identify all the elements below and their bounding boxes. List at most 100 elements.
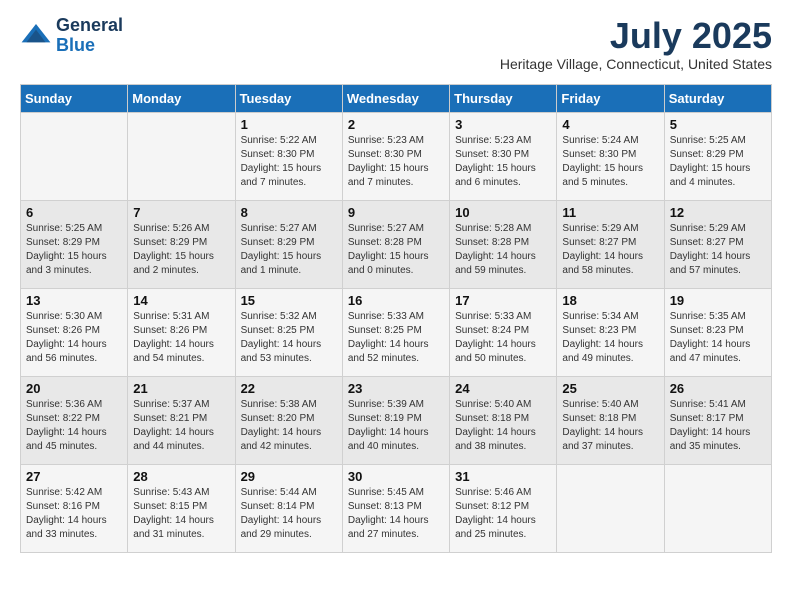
calendar-cell: 6 Sunrise: 5:25 AM Sunset: 8:29 PM Daylig… bbox=[21, 200, 128, 288]
day-info: Sunrise: 5:29 AM Sunset: 8:27 PM Dayligh… bbox=[670, 222, 766, 278]
calendar-cell: 2Sunrise: 5:23 AM Sunset: 8:30 PM Daylig… bbox=[342, 112, 449, 200]
calendar-cell: 23 Sunrise: 5:39 AM Sunset: 8:19 PM Dayli… bbox=[342, 376, 449, 464]
day-number: 31 bbox=[455, 469, 551, 484]
calendar-cell: 18Sunrise: 5:34 AM Sunset: 8:23 PM Dayli… bbox=[557, 288, 664, 376]
calendar-cell: 7 Sunrise: 5:26 AM Sunset: 8:29 PM Daylig… bbox=[128, 200, 235, 288]
calendar-cell: 30 Sunrise: 5:45 AM Sunset: 8:13 PM Dayli… bbox=[342, 464, 449, 552]
calendar-table: SundayMondayTuesdayWednesdayThursdayFrid… bbox=[20, 84, 772, 553]
calendar-header-row: SundayMondayTuesdayWednesdayThursdayFrid… bbox=[21, 84, 772, 112]
calendar-cell: 5Sunrise: 5:25 AM Sunset: 8:29 PM Daylig… bbox=[664, 112, 771, 200]
day-info: Sunrise: 5:23 AM Sunset: 8:30 PM Dayligh… bbox=[455, 134, 551, 190]
header-friday: Friday bbox=[557, 84, 664, 112]
calendar-week-row: 13Sunrise: 5:30 AM Sunset: 8:26 PM Dayli… bbox=[21, 288, 772, 376]
logo-text: General Blue bbox=[56, 16, 123, 56]
calendar-cell bbox=[664, 464, 771, 552]
calendar-cell: 10 Sunrise: 5:28 AM Sunset: 8:28 PM Dayli… bbox=[450, 200, 557, 288]
day-info: Sunrise: 5:25 AM Sunset: 8:29 PM Dayligh… bbox=[670, 134, 766, 190]
calendar-cell: 9 Sunrise: 5:27 AM Sunset: 8:28 PM Daylig… bbox=[342, 200, 449, 288]
day-number: 6 bbox=[26, 205, 122, 220]
calendar-cell: 28Sunrise: 5:43 AM Sunset: 8:15 PM Dayli… bbox=[128, 464, 235, 552]
calendar-cell: 1 Sunrise: 5:22 AM Sunset: 8:30 PM Daylig… bbox=[235, 112, 342, 200]
day-info: Sunrise: 5:40 AM Sunset: 8:18 PM Dayligh… bbox=[562, 398, 658, 454]
calendar-cell: 27 Sunrise: 5:42 AM Sunset: 8:16 PM Dayli… bbox=[21, 464, 128, 552]
day-number: 13 bbox=[26, 293, 122, 308]
day-info: Sunrise: 5:34 AM Sunset: 8:23 PM Dayligh… bbox=[562, 310, 658, 366]
calendar-week-row: 1 Sunrise: 5:22 AM Sunset: 8:30 PM Daylig… bbox=[21, 112, 772, 200]
day-info: Sunrise: 5:31 AM Sunset: 8:26 PM Dayligh… bbox=[133, 310, 229, 366]
day-info: Sunrise: 5:32 AM Sunset: 8:25 PM Dayligh… bbox=[241, 310, 337, 366]
calendar-cell: 16Sunrise: 5:33 AM Sunset: 8:25 PM Dayli… bbox=[342, 288, 449, 376]
calendar-cell: 14Sunrise: 5:31 AM Sunset: 8:26 PM Dayli… bbox=[128, 288, 235, 376]
day-info: Sunrise: 5:35 AM Sunset: 8:23 PM Dayligh… bbox=[670, 310, 766, 366]
page-header: General Blue July 2025 Heritage Village,… bbox=[20, 16, 772, 72]
calendar-cell: 8Sunrise: 5:27 AM Sunset: 8:29 PM Daylig… bbox=[235, 200, 342, 288]
calendar-cell bbox=[557, 464, 664, 552]
calendar-cell: 20 Sunrise: 5:36 AM Sunset: 8:22 PM Dayli… bbox=[21, 376, 128, 464]
day-number: 10 bbox=[455, 205, 551, 220]
day-number: 30 bbox=[348, 469, 444, 484]
logo-icon bbox=[20, 20, 52, 52]
calendar-cell: 11 Sunrise: 5:29 AM Sunset: 8:27 PM Dayli… bbox=[557, 200, 664, 288]
day-number: 23 bbox=[348, 381, 444, 396]
header-thursday: Thursday bbox=[450, 84, 557, 112]
calendar-cell: 29Sunrise: 5:44 AM Sunset: 8:14 PM Dayli… bbox=[235, 464, 342, 552]
month-title: July 2025 bbox=[500, 16, 772, 56]
day-number: 19 bbox=[670, 293, 766, 308]
calendar-cell: 13Sunrise: 5:30 AM Sunset: 8:26 PM Dayli… bbox=[21, 288, 128, 376]
title-block: July 2025 Heritage Village, Connecticut,… bbox=[500, 16, 772, 72]
calendar-cell: 25 Sunrise: 5:40 AM Sunset: 8:18 PM Dayli… bbox=[557, 376, 664, 464]
header-saturday: Saturday bbox=[664, 84, 771, 112]
logo: General Blue bbox=[20, 16, 123, 56]
day-number: 8 bbox=[241, 205, 337, 220]
day-info: Sunrise: 5:37 AM Sunset: 8:21 PM Dayligh… bbox=[133, 398, 229, 454]
day-number: 4 bbox=[562, 117, 658, 132]
day-info: Sunrise: 5:39 AM Sunset: 8:19 PM Dayligh… bbox=[348, 398, 444, 454]
day-number: 22 bbox=[241, 381, 337, 396]
day-number: 9 bbox=[348, 205, 444, 220]
calendar-cell: 3 Sunrise: 5:23 AM Sunset: 8:30 PM Daylig… bbox=[450, 112, 557, 200]
day-info: Sunrise: 5:25 AM Sunset: 8:29 PM Dayligh… bbox=[26, 222, 122, 278]
day-info: Sunrise: 5:26 AM Sunset: 8:29 PM Dayligh… bbox=[133, 222, 229, 278]
day-number: 28 bbox=[133, 469, 229, 484]
day-number: 25 bbox=[562, 381, 658, 396]
calendar-cell: 15 Sunrise: 5:32 AM Sunset: 8:25 PM Dayli… bbox=[235, 288, 342, 376]
day-info: Sunrise: 5:33 AM Sunset: 8:24 PM Dayligh… bbox=[455, 310, 551, 366]
day-number: 3 bbox=[455, 117, 551, 132]
day-number: 12 bbox=[670, 205, 766, 220]
day-number: 15 bbox=[241, 293, 337, 308]
logo-general: General bbox=[56, 15, 123, 35]
day-number: 20 bbox=[26, 381, 122, 396]
calendar-cell: 4 Sunrise: 5:24 AM Sunset: 8:30 PM Daylig… bbox=[557, 112, 664, 200]
day-info: Sunrise: 5:40 AM Sunset: 8:18 PM Dayligh… bbox=[455, 398, 551, 454]
day-number: 1 bbox=[241, 117, 337, 132]
day-info: Sunrise: 5:24 AM Sunset: 8:30 PM Dayligh… bbox=[562, 134, 658, 190]
day-info: Sunrise: 5:22 AM Sunset: 8:30 PM Dayligh… bbox=[241, 134, 337, 190]
day-info: Sunrise: 5:45 AM Sunset: 8:13 PM Dayligh… bbox=[348, 486, 444, 542]
calendar-cell: 12 Sunrise: 5:29 AM Sunset: 8:27 PM Dayli… bbox=[664, 200, 771, 288]
calendar-cell: 17Sunrise: 5:33 AM Sunset: 8:24 PM Dayli… bbox=[450, 288, 557, 376]
day-number: 7 bbox=[133, 205, 229, 220]
day-info: Sunrise: 5:27 AM Sunset: 8:28 PM Dayligh… bbox=[348, 222, 444, 278]
day-info: Sunrise: 5:28 AM Sunset: 8:28 PM Dayligh… bbox=[455, 222, 551, 278]
calendar-cell: 22 Sunrise: 5:38 AM Sunset: 8:20 PM Dayli… bbox=[235, 376, 342, 464]
day-number: 11 bbox=[562, 205, 658, 220]
calendar-cell: 26 Sunrise: 5:41 AM Sunset: 8:17 PM Dayli… bbox=[664, 376, 771, 464]
day-number: 21 bbox=[133, 381, 229, 396]
day-number: 27 bbox=[26, 469, 122, 484]
day-number: 24 bbox=[455, 381, 551, 396]
day-number: 2 bbox=[348, 117, 444, 132]
day-number: 26 bbox=[670, 381, 766, 396]
day-info: Sunrise: 5:42 AM Sunset: 8:16 PM Dayligh… bbox=[26, 486, 122, 542]
day-info: Sunrise: 5:41 AM Sunset: 8:17 PM Dayligh… bbox=[670, 398, 766, 454]
header-wednesday: Wednesday bbox=[342, 84, 449, 112]
header-sunday: Sunday bbox=[21, 84, 128, 112]
calendar-week-row: 27 Sunrise: 5:42 AM Sunset: 8:16 PM Dayli… bbox=[21, 464, 772, 552]
day-info: Sunrise: 5:44 AM Sunset: 8:14 PM Dayligh… bbox=[241, 486, 337, 542]
calendar-cell bbox=[128, 112, 235, 200]
header-tuesday: Tuesday bbox=[235, 84, 342, 112]
calendar-cell: 21 Sunrise: 5:37 AM Sunset: 8:21 PM Dayli… bbox=[128, 376, 235, 464]
day-info: Sunrise: 5:46 AM Sunset: 8:12 PM Dayligh… bbox=[455, 486, 551, 542]
day-info: Sunrise: 5:36 AM Sunset: 8:22 PM Dayligh… bbox=[26, 398, 122, 454]
day-info: Sunrise: 5:38 AM Sunset: 8:20 PM Dayligh… bbox=[241, 398, 337, 454]
day-info: Sunrise: 5:29 AM Sunset: 8:27 PM Dayligh… bbox=[562, 222, 658, 278]
